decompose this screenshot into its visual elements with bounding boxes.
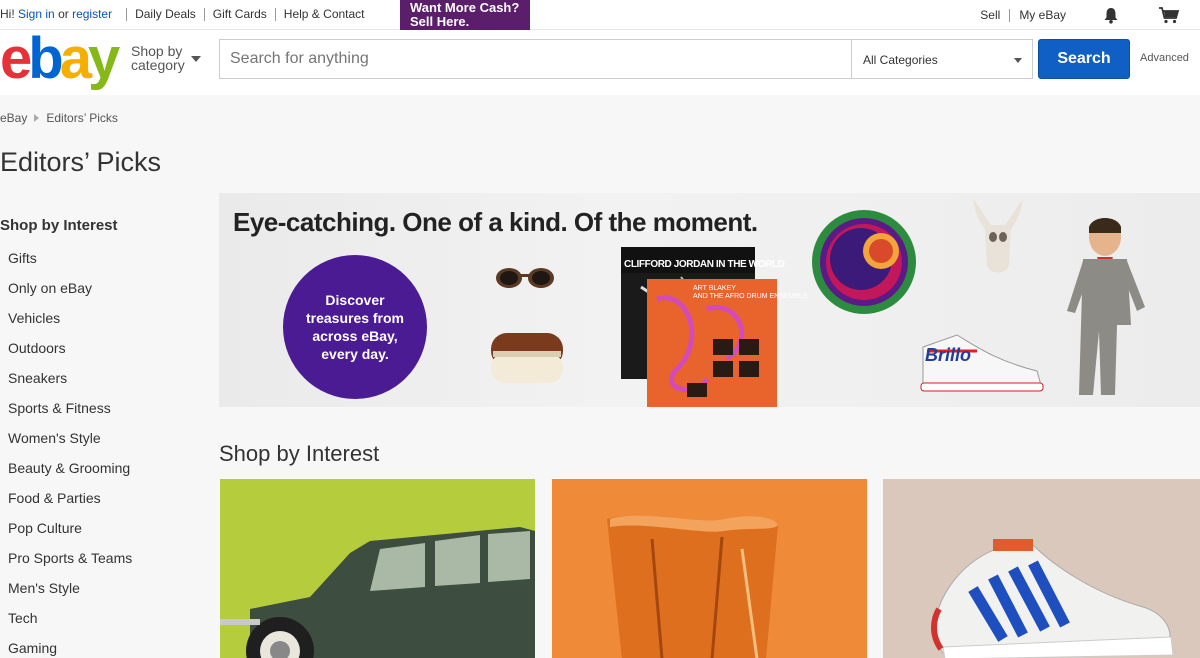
sunglasses-image (496, 268, 554, 288)
topbar-left: Hi! Sign in or register Daily Deals Gift… (0, 7, 365, 21)
sidebar-item-only-on-ebay[interactable]: Only on eBay (8, 280, 132, 310)
section-title: Shop by Interest (219, 441, 380, 466)
category-selected-value: All Categories (863, 53, 938, 67)
hero-banner[interactable]: Eye-catching. One of a kind. Of the mome… (219, 193, 1200, 407)
sidebar-item-womens-style[interactable]: Women's Style (8, 430, 132, 460)
sidebar-item-outdoors[interactable]: Outdoors (8, 340, 132, 370)
interest-tile-sneakers[interactable] (883, 479, 1200, 658)
register-link[interactable]: register (72, 7, 112, 21)
sidebar-list: Gifts Only on eBay Vehicles Outdoors Sne… (8, 250, 132, 658)
sign-in-link[interactable]: Sign in (18, 7, 55, 21)
interest-tile-vehicles[interactable] (220, 479, 535, 658)
divider (203, 7, 205, 21)
promo-line-1: Want More Cash? (410, 0, 520, 15)
logo-letter: y (87, 26, 120, 91)
sidebar-item-gaming[interactable]: Gaming (8, 640, 132, 658)
shop-by-line-2: category (131, 57, 185, 73)
greeting-text: Hi! (0, 7, 15, 21)
or-text: or (58, 7, 69, 21)
shop-by-category-button[interactable]: Shop by category (131, 44, 185, 72)
glasses-case-image (491, 333, 563, 383)
logo-letter: a (59, 26, 92, 91)
logo-letter: b (28, 26, 63, 91)
sidebar-item-sports-fitness[interactable]: Sports & Fitness (8, 400, 132, 430)
sell-link[interactable]: Sell (980, 8, 1000, 22)
chevron-down-icon[interactable] (191, 56, 201, 62)
daily-deals-link[interactable]: Daily Deals (135, 7, 196, 21)
page-title: Editors’ Picks (0, 147, 162, 177)
breadcrumb: eBay Editors’ Picks (0, 111, 118, 125)
vintage-truck-image (220, 527, 535, 658)
chevron-down-icon (1014, 58, 1022, 63)
record-2-artist: ART BLAKEY AND THE AFRO DRUM ENSEMBLE (693, 285, 808, 301)
sidebar-item-food-parties[interactable]: Food & Parties (8, 490, 132, 520)
cart-icon[interactable] (1158, 6, 1180, 24)
record-2-artist-line: ART BLAKEY (693, 285, 736, 292)
top-utility-bar: Hi! Sign in or register Daily Deals Gift… (0, 0, 1200, 30)
breadcrumb-current: Editors’ Picks (46, 111, 118, 125)
shop-by-line-1: Shop by (131, 43, 183, 59)
shoe-brand-text: Brillo (925, 345, 972, 365)
sidebar-item-tech[interactable]: Tech (8, 610, 132, 640)
sidebar-item-beauty-grooming[interactable]: Beauty & Grooming (8, 460, 132, 490)
sidebar-item-mens-style[interactable]: Men's Style (8, 580, 132, 610)
gift-cards-link[interactable]: Gift Cards (213, 7, 267, 21)
search-button[interactable]: Search (1038, 39, 1130, 79)
divider (126, 7, 128, 21)
sidebar-item-vehicles[interactable]: Vehicles (8, 310, 132, 340)
search-input[interactable] (219, 39, 851, 79)
logo-letter: e (0, 26, 32, 91)
sidebar-title: Shop by Interest (0, 217, 118, 234)
sidebar-item-pop-culture[interactable]: Pop Culture (8, 520, 132, 550)
puppet-doll-image (1067, 218, 1145, 395)
banner-headline: Eye-catching. One of a kind. Of the mome… (233, 207, 758, 237)
topbar-right: Sell My eBay (980, 0, 1200, 30)
advanced-search-link[interactable]: Advanced (1140, 52, 1189, 64)
category-select[interactable]: All Categories (851, 39, 1033, 79)
help-contact-link[interactable]: Help & Contact (284, 7, 365, 21)
record-2-art-title: the african beat (652, 319, 653, 320)
bell-icon[interactable] (1102, 6, 1120, 24)
divider (1009, 8, 1011, 22)
promo-line-2: Sell Here. (410, 14, 470, 29)
record-2-artist-line: AND THE AFRO DRUM ENSEMBLE (693, 293, 808, 300)
animal-skull-image (973, 199, 1023, 273)
breadcrumb-ebay[interactable]: eBay (0, 111, 27, 125)
main-content: eBay Editors’ Picks Editors’ Picks Shop … (0, 95, 1200, 658)
chevron-right-icon (34, 114, 40, 122)
my-ebay-link[interactable]: My eBay (1019, 8, 1066, 22)
divider (274, 7, 276, 21)
sell-promo-banner[interactable]: Want More Cash? Sell Here. (400, 0, 530, 30)
colored-trays-image (812, 210, 916, 314)
banner-circle-badge: Discover treasures from across eBay, eve… (283, 255, 427, 399)
sidebar-item-sneakers[interactable]: Sneakers (8, 370, 132, 400)
glass-vase-image (607, 515, 778, 658)
ebay-logo[interactable]: ebay (0, 30, 120, 88)
sidebar-item-pro-sports-teams[interactable]: Pro Sports & Teams (8, 550, 132, 580)
interest-tile-home[interactable] (552, 479, 867, 658)
record-1-title: CLIFFORD JORDAN IN THE WORLD (624, 259, 785, 270)
sneaker-image (931, 539, 1174, 658)
sidebar-item-gifts[interactable]: Gifts (8, 250, 132, 280)
